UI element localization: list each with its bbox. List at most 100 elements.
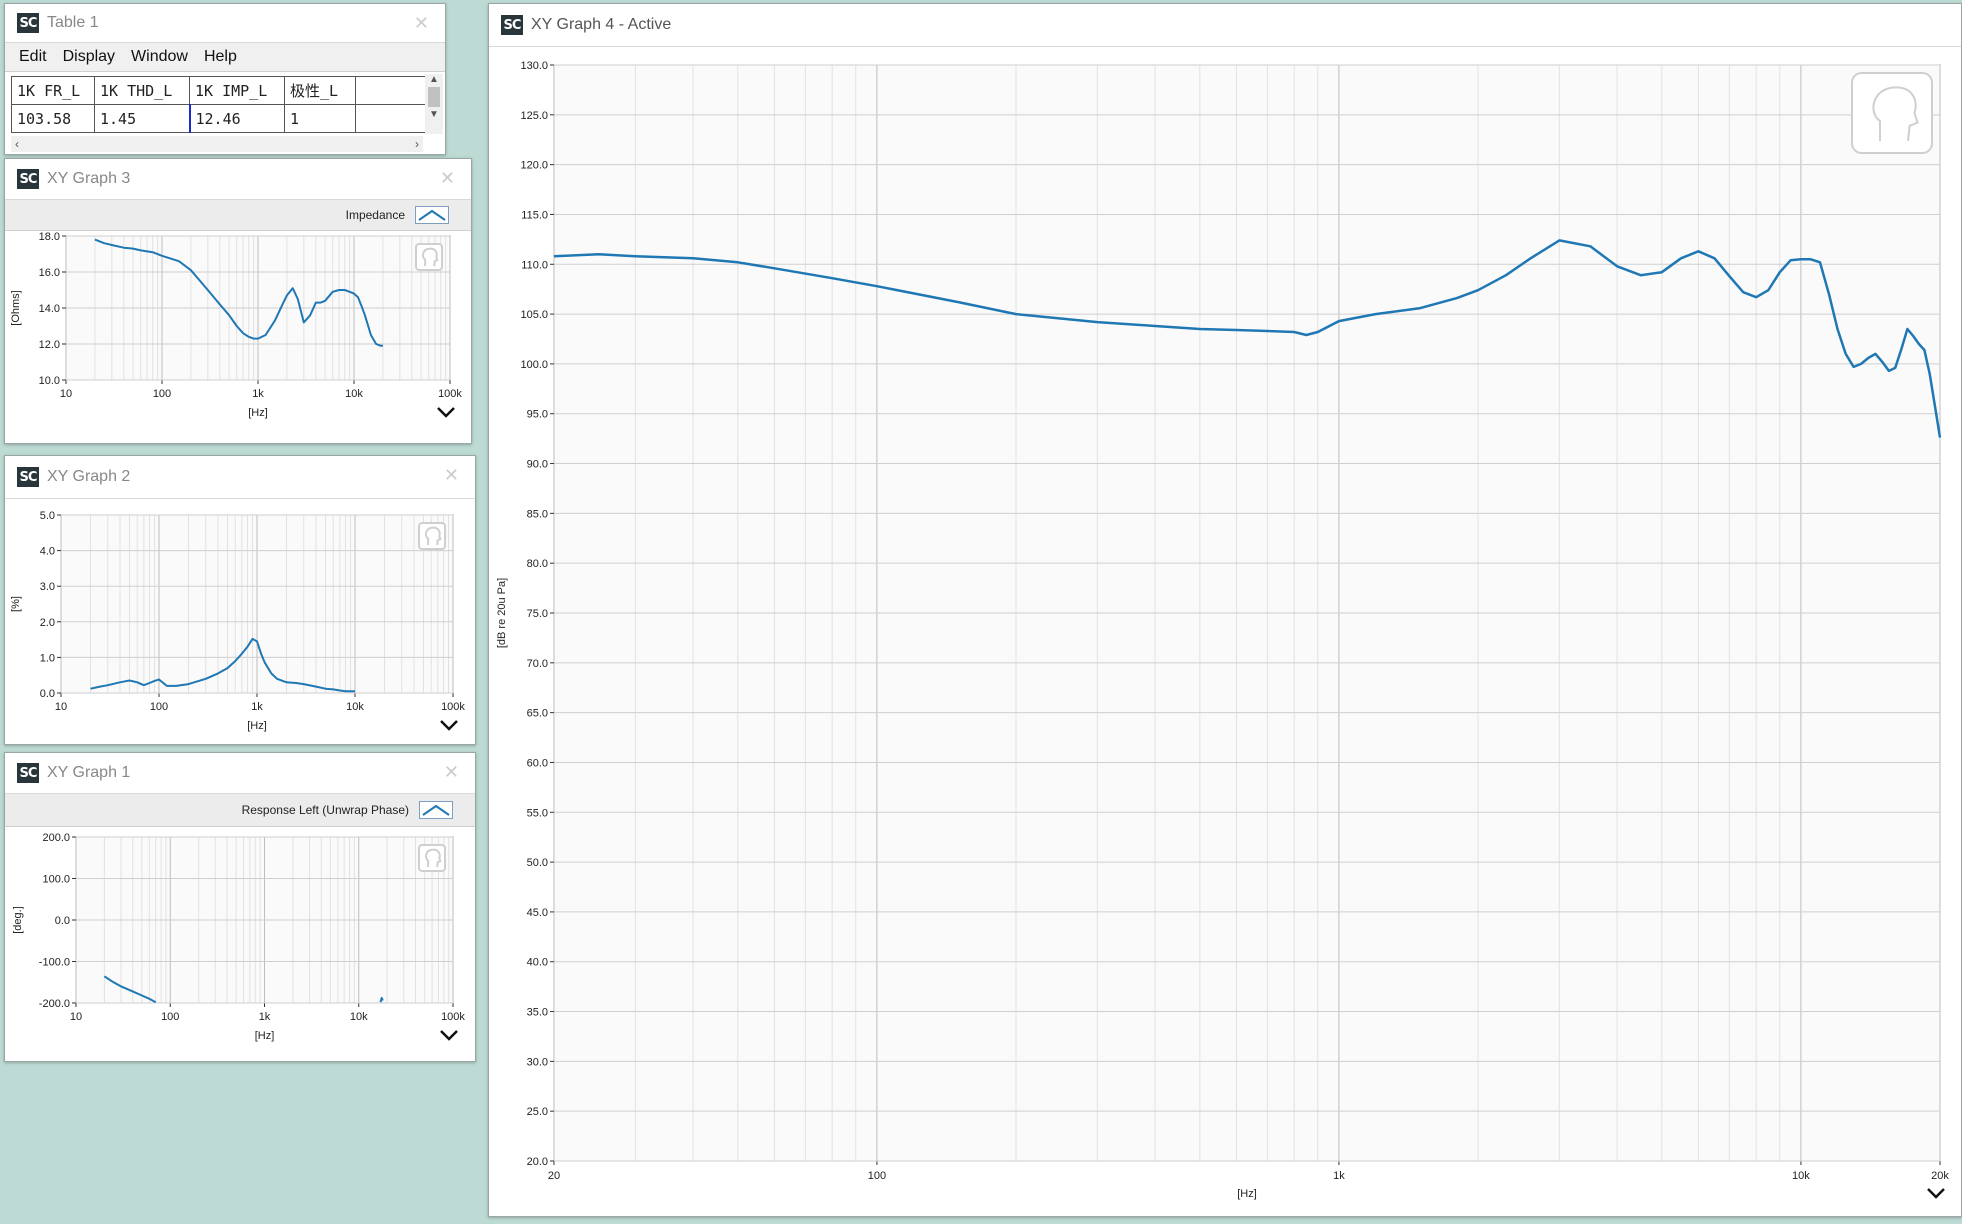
menu-edit[interactable]: Edit [11,48,55,66]
data-table: 1K FR_L 1K THD_L 1K IMP_L 极性_L 103.58 1.… [11,76,427,133]
vertical-scrollbar[interactable]: ▲ ▼ [425,74,443,134]
y-tick-label: 30.0 [527,1056,548,1068]
y-tick-label: 100.0 [42,874,70,886]
icon-frame [1851,72,1933,154]
graph4-titlebar[interactable]: SC XY Graph 4 - Active [489,4,1961,47]
sc-app-icon: SC [17,169,39,189]
sc-app-icon: SC [17,763,39,783]
table-header-cell[interactable]: 1K FR_L [11,76,95,105]
y-tick-label: 80.0 [527,558,548,570]
window-title: XY Graph 4 - Active [531,16,672,33]
scroll-up-icon[interactable]: ▲ [425,74,443,85]
xy-graph3-window[interactable]: SC XY Graph 3 ✕ Impedance 10 100 1k 10k 100k… [4,158,472,444]
x-tick-label: 10k [346,701,364,713]
y-axis-label: [Ohms] [10,290,22,325]
chevron-down-icon[interactable] [437,407,455,418]
x-tick-label: 20 [548,1170,560,1182]
headphone-head-icon[interactable] [1851,72,1933,154]
graph1-titlebar[interactable]: SC XY Graph 1 ✕ [5,753,475,794]
table-cell-empty[interactable] [355,104,427,133]
x-tick-label: 1k [1333,1170,1345,1182]
close-icon[interactable]: ✕ [444,465,459,486]
chevron-down-icon[interactable] [440,720,458,731]
y-tick-label: 65.0 [527,708,548,720]
table-header-cell[interactable]: 极性_L [284,76,356,105]
chevron-down-icon[interactable] [1927,1188,1945,1199]
y-tick-label: 2.0 [40,617,55,629]
legend-swatch[interactable] [419,801,453,819]
y-tick-label: 16.0 [39,267,60,279]
table1-grid-area: 1K FR_L 1K THD_L 1K IMP_L 极性_L 103.58 1.… [5,72,445,154]
x-tick-label: 1k [259,1011,271,1023]
y-tick-label: 125.0 [520,110,548,122]
y-axis-label: [deg.] [12,906,24,934]
xy-graph1-window[interactable]: SC XY Graph 1 ✕ Response Left (Unwrap Ph… [4,752,476,1062]
graph1-legend: Response Left (Unwrap Phase) [5,794,475,827]
headphone-head-icon[interactable] [418,522,446,550]
menu-window[interactable]: Window [123,48,196,66]
x-tick-label: 100 [150,701,168,713]
legend-label: Impedance [345,208,405,222]
y-tick-label: 120.0 [520,160,548,172]
scroll-down-icon[interactable]: ▼ [425,109,443,120]
graph2-titlebar[interactable]: SC XY Graph 2 ✕ [5,456,475,499]
y-tick-label: 100.0 [520,359,548,371]
sc-app-icon: SC [17,467,39,487]
window-title: XY Graph 3 [47,170,131,187]
scroll-thumb[interactable] [428,87,440,107]
x-tick-label: 20k [1931,1170,1949,1182]
menu-display[interactable]: Display [55,48,123,66]
chevron-down-icon[interactable] [440,1030,458,1041]
window-title: XY Graph 2 [47,468,131,485]
x-tick-label: 100k [441,701,465,713]
y-tick-label: 4.0 [40,546,55,558]
table-header-cell-empty[interactable] [355,76,427,105]
legend-swatch[interactable] [415,206,449,224]
graph2-plot[interactable]: 10 100 1k 10k 100k 5.0 4.0 3.0 2.0 1.0 0.0 [Hz] [%] [5,499,475,745]
y-tick-label: -100.0 [39,957,70,969]
horizontal-scrollbar[interactable]: ‹ › [11,136,423,152]
y-tick-label: 1.0 [40,652,55,664]
scroll-left-icon[interactable]: ‹ [11,137,19,151]
window-title: Table 1 [47,14,99,31]
table-header-cell[interactable]: 1K THD_L [94,76,190,105]
legend-line-icon [422,804,450,816]
graph1-plot[interactable]: 10 100 1k 10k 100k 200.0 100.0 0.0 -100.0 -200.0 [… [5,827,475,1062]
x-tick-label: 100 [153,388,171,400]
xy-graph2-window[interactable]: SC XY Graph 2 ✕ 10 100 1k 10k 100k 5.0 4.0 3.0 2… [4,455,476,745]
graph4-plot[interactable]: 20 100 1k 10k 20k 130.0 125.0 120.0 115.0 110.0 10… [489,47,1961,1217]
legend-line-icon [418,209,446,221]
graph3-plot[interactable]: 10 100 1k 10k 100k 18.0 16.0 14.0 12.0 10.0 [Hz] [O… [5,231,471,444]
x-axis-label: [Hz] [255,1030,275,1042]
table-cell[interactable]: 12.46 [188,104,285,133]
x-tick-label: 10k [350,1011,368,1023]
close-icon[interactable]: ✕ [414,13,429,34]
sc-app-icon: SC [17,13,39,33]
graph3-titlebar[interactable]: SC XY Graph 3 ✕ [5,159,471,200]
headphone-head-icon[interactable] [418,844,446,872]
table1-window[interactable]: SC Table 1 ✕ Edit Display Window Help 1K… [4,3,446,155]
y-tick-label: 130.0 [520,60,548,72]
y-tick-label: 0.0 [55,915,70,927]
scroll-right-icon[interactable]: › [415,137,423,151]
headphone-head-icon[interactable] [415,243,443,271]
x-tick-label: 100 [161,1011,179,1023]
y-tick-label: 5.0 [40,510,55,522]
table-cell[interactable]: 1 [284,104,356,133]
table-header-cell[interactable]: 1K IMP_L [189,76,285,105]
close-icon[interactable]: ✕ [440,168,455,189]
table-cell[interactable]: 1.45 [94,104,190,133]
menu-help[interactable]: Help [196,48,245,66]
xy-graph4-window[interactable]: SC XY Graph 4 - Active 20 100 1k 10k 20k 130.… [488,3,1962,1217]
table-cell[interactable]: 103.58 [11,104,95,133]
y-tick-label: 45.0 [527,907,548,919]
x-axis-label: [Hz] [248,407,268,419]
y-tick-label: 20.0 [527,1156,548,1168]
y-tick-label: 50.0 [527,857,548,869]
x-tick-label: 100k [438,388,462,400]
y-tick-label: 14.0 [39,303,60,315]
table1-titlebar[interactable]: SC Table 1 ✕ [5,4,445,43]
legend-label: Response Left (Unwrap Phase) [241,803,409,817]
y-tick-label: 110.0 [521,259,548,271]
close-icon[interactable]: ✕ [444,762,459,783]
